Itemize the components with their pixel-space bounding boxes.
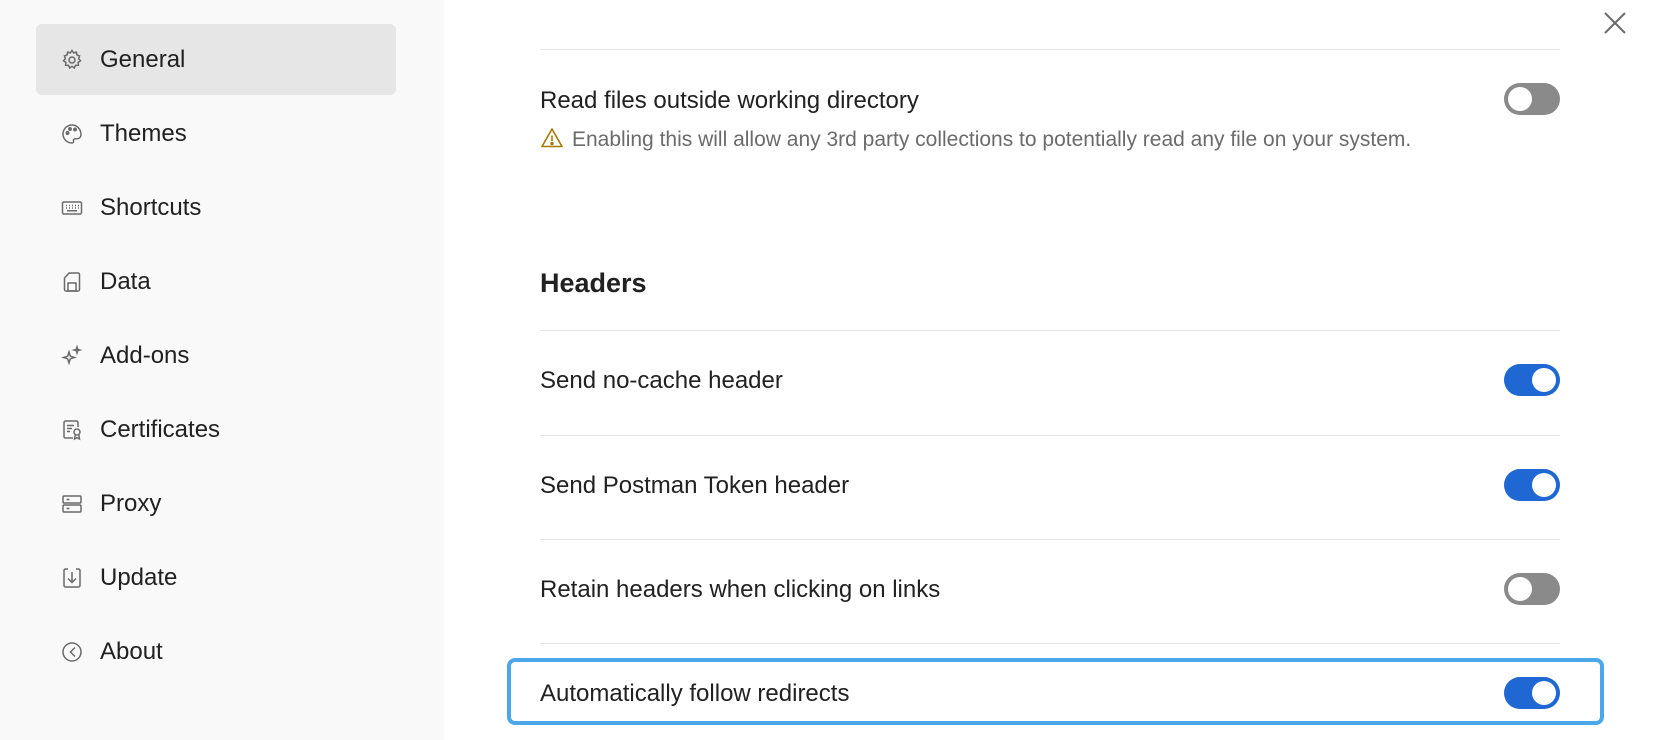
sidebar-item-label: Proxy [100,489,162,517]
sidebar-item-themes[interactable]: Themes [36,98,396,169]
sidebar-item-label: About [100,637,163,665]
sidebar-item-proxy[interactable]: Proxy [36,468,396,539]
sidebar-item-certificates[interactable]: Certificates [36,394,396,465]
setting-label-retain-headers: Retain headers when clicking on links [540,576,941,603]
sidebar-item-general[interactable]: General [36,24,396,95]
retain-headers-toggle[interactable] [1504,573,1560,605]
postman-token-toggle[interactable] [1504,469,1560,501]
sidebar-item-about[interactable]: About [36,616,396,687]
server-icon [60,492,84,516]
divider [540,643,1560,644]
toggle-knob [1508,87,1532,111]
divider [540,330,1560,331]
sparkle-icon [60,343,84,368]
sidebar-item-label: Data [100,267,151,295]
sidebar-item-data[interactable]: Data [36,246,396,317]
about-icon [60,640,84,664]
setting-label-no-cache: Send no-cache header [540,367,783,394]
divider [540,49,1560,50]
toggle-knob [1508,577,1532,601]
sidebar-item-label: Themes [100,119,187,147]
read-files-toggle[interactable] [1504,83,1560,115]
toggle-knob [1532,473,1556,497]
setting-label-follow-redirects: Automatically follow redirects [540,680,850,707]
no-cache-toggle[interactable] [1504,364,1560,396]
sidebar-item-label: Add-ons [100,341,190,369]
sidebar-item-label: Certificates [100,415,221,443]
warning-icon [540,126,564,150]
close-icon [1604,12,1626,34]
certificate-icon [60,418,84,442]
sidebar-item-label: General [100,45,186,73]
divider [540,435,1560,436]
toggle-knob [1532,681,1556,705]
setting-label-postman-token: Send Postman Token header [540,472,850,499]
read-files-label: Read files outside working directory [540,87,919,114]
warning-text: Enabling this will allow any 3rd party c… [572,128,1412,151]
sidebar-item-label: Shortcuts [100,193,202,221]
settings-sidebar: General Themes Shortcuts Data Add-ons Ce… [0,0,444,740]
gear-icon [60,48,84,72]
sidebar-item-update[interactable]: Update [36,542,396,613]
download-icon [60,566,84,590]
keyboard-icon [60,196,84,220]
palette-icon [60,122,84,146]
close-button[interactable] [1602,10,1628,36]
sidebar-item-shortcuts[interactable]: Shortcuts [36,172,396,243]
sidebar-item-add-ons[interactable]: Add-ons [36,320,396,391]
data-icon [60,270,84,294]
toggle-knob [1532,368,1556,392]
sidebar-item-label: Update [100,563,178,591]
read-files-warning: Enabling this will allow any 3rd party c… [540,124,1420,156]
follow-redirects-toggle[interactable] [1504,677,1560,709]
divider [540,539,1560,540]
section-title-headers: Headers [540,268,647,298]
